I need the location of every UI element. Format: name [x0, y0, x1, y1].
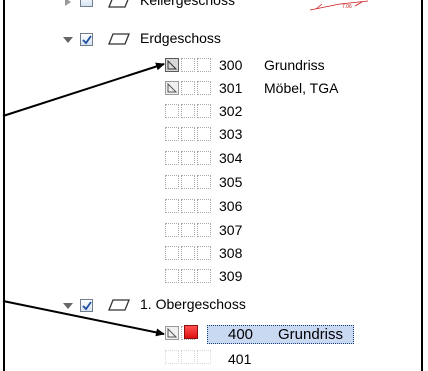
layer-slot[interactable]	[181, 223, 195, 237]
layer-row[interactable]: 308	[0, 243, 428, 265]
plan-type-icon[interactable]	[165, 58, 179, 72]
layer-row[interactable]: 303	[0, 124, 428, 146]
layer-slot[interactable]	[165, 127, 179, 141]
collapse-toggle[interactable]	[62, 300, 74, 312]
layer-number: 300	[219, 57, 243, 73]
layer-slot[interactable]	[197, 81, 211, 95]
plan-type-icon[interactable]	[165, 81, 179, 95]
layer-number: 309	[219, 268, 243, 284]
layer-slot[interactable]	[197, 199, 211, 213]
layer-number: 306	[219, 198, 243, 214]
layer-row[interactable]: 305	[0, 172, 428, 194]
layer-slot[interactable]	[181, 269, 195, 283]
layer-slot[interactable]	[165, 223, 179, 237]
layer-slot[interactable]	[165, 199, 179, 213]
layer-number: 304	[219, 150, 243, 166]
layer-slot[interactable]	[197, 127, 211, 141]
layer-row[interactable]: 304	[0, 148, 428, 170]
layer-slot[interactable]	[181, 350, 195, 364]
layer-number: 307	[219, 222, 243, 238]
layer-slot[interactable]	[197, 175, 211, 189]
layer-row[interactable]: 307	[0, 220, 428, 242]
floor-icon	[108, 32, 130, 46]
floor-row-obergeschoss[interactable]: 1. Obergeschoss	[0, 294, 428, 316]
visibility-checkbox[interactable]	[80, 33, 93, 46]
layer-number: 305	[219, 174, 243, 190]
layer-row[interactable]: 300 Grundriss	[0, 54, 428, 76]
layer-slot[interactable]	[165, 104, 179, 118]
layer-slot[interactable]	[165, 175, 179, 189]
frame-border-right	[421, 0, 423, 371]
layer-row[interactable]: 401	[0, 347, 428, 369]
layer-slot[interactable]	[197, 58, 211, 72]
floor-icon	[108, 298, 130, 312]
layer-slot[interactable]	[197, 104, 211, 118]
visibility-checkbox[interactable]	[80, 0, 93, 7]
layer-name: Möbel, TGA	[264, 80, 339, 96]
floor-icon	[108, 0, 130, 9]
layer-row[interactable]: 301 Möbel, TGA	[0, 78, 428, 100]
layer-slot[interactable]	[181, 246, 195, 260]
layer-slot[interactable]	[165, 151, 179, 165]
visibility-checkbox[interactable]	[80, 299, 93, 312]
layer-slot[interactable]	[181, 199, 195, 213]
floor-row-erdgeschoss[interactable]: Erdgeschoss	[0, 28, 428, 50]
layer-slot[interactable]	[165, 246, 179, 260]
layer-row[interactable]: 309	[0, 266, 428, 288]
layer-row[interactable]: 302	[0, 101, 428, 123]
layer-number: 301	[219, 80, 243, 96]
floor-label: Erdgeschoss	[140, 30, 221, 46]
layer-slot[interactable]	[181, 81, 195, 95]
layer-name: Grundriss	[278, 326, 344, 343]
layer-tree: 7.06 Kellergeschoss Erdgeschoss 300 Grun…	[0, 0, 428, 371]
floor-label: 1. Obergeschoss	[140, 296, 246, 312]
expand-toggle[interactable]	[62, 0, 74, 8]
layer-slot[interactable]	[197, 246, 211, 260]
layer-slot[interactable]	[181, 104, 195, 118]
layer-slot[interactable]	[197, 223, 211, 237]
layer-row[interactable]: 306	[0, 196, 428, 218]
layer-slot[interactable]	[165, 350, 179, 364]
layer-slot[interactable]	[181, 175, 195, 189]
layer-number: 400	[228, 326, 254, 343]
layer-row-selected[interactable]: 400 Grundriss	[0, 323, 428, 345]
floor-row-keller[interactable]: Kellergeschoss	[0, 0, 428, 22]
layer-slot[interactable]	[181, 151, 195, 165]
layer-number: 303	[219, 126, 243, 142]
layer-number: 401	[228, 351, 252, 367]
plan-type-icon[interactable]	[165, 326, 179, 340]
layer-slot[interactable]	[197, 151, 211, 165]
active-layer-marker[interactable]	[184, 325, 198, 339]
layer-number: 308	[219, 245, 243, 261]
frame-border-left	[3, 0, 5, 371]
collapse-toggle[interactable]	[62, 34, 74, 46]
layer-slot[interactable]	[181, 58, 195, 72]
layer-slot[interactable]	[165, 269, 179, 283]
floor-label: Kellergeschoss	[140, 0, 235, 8]
layer-slot[interactable]	[181, 127, 195, 141]
layer-slot[interactable]	[197, 350, 211, 364]
layer-number: 302	[219, 103, 243, 119]
layer-slot[interactable]	[197, 269, 211, 283]
layer-name: Grundriss	[264, 57, 325, 73]
